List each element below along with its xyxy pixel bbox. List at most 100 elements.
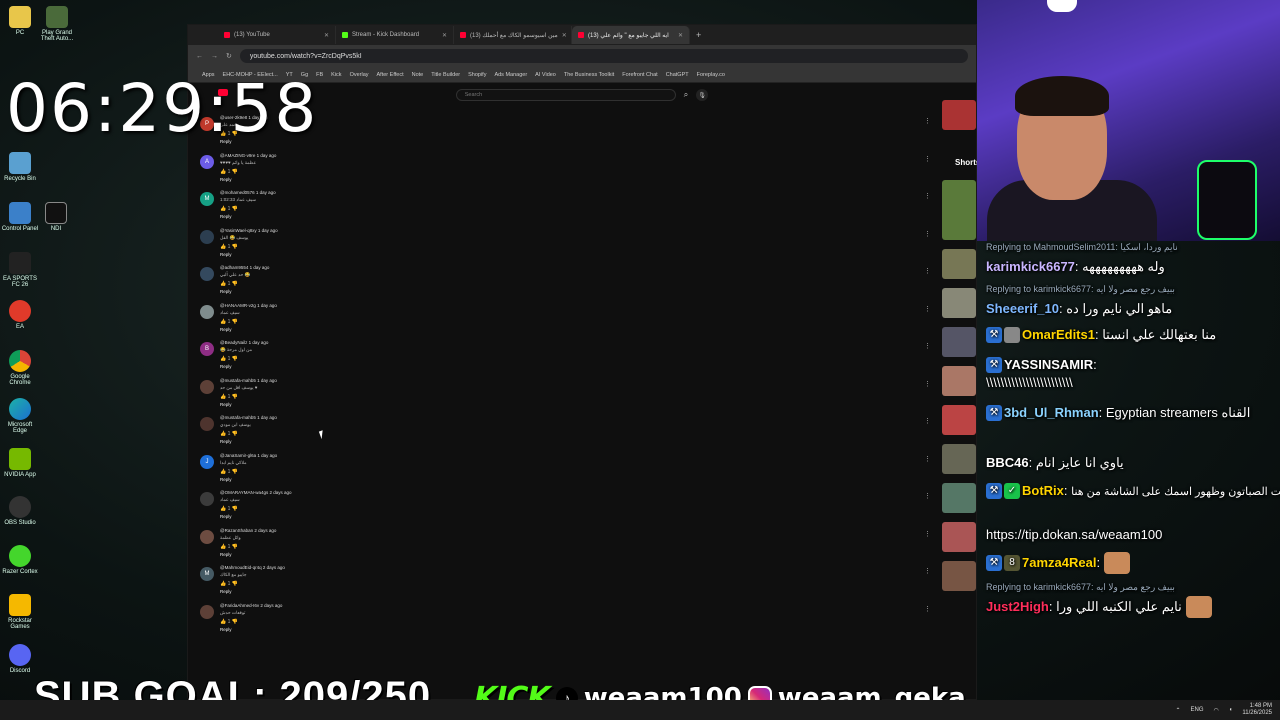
control-panel-icon[interactable]: Control Panel <box>0 202 40 232</box>
more-options-icon[interactable]: ⋮ <box>924 342 931 350</box>
wifi-icon[interactable]: ◠ <box>1214 707 1219 714</box>
reply-button[interactable]: Reply <box>220 214 232 219</box>
close-icon[interactable]: ✕ <box>678 32 683 39</box>
close-icon[interactable]: ✕ <box>324 32 329 39</box>
comment-author[interactable]: @RazanShaban 2 days ago <box>220 528 276 533</box>
video-thumbnail[interactable] <box>942 100 976 130</box>
chat-link[interactable]: https://tip.dokan.sa/weaam100 <box>986 526 1162 544</box>
dislike-icon[interactable]: 👎 <box>232 506 238 512</box>
close-icon[interactable]: ✕ <box>442 32 447 39</box>
language-indicator[interactable]: ENG <box>1191 707 1204 713</box>
tab-video-2[interactable]: (13) ايه اللي جايبو مع " وائم علي ✕ <box>572 26 690 44</box>
video-thumbnail[interactable] <box>942 249 976 279</box>
more-options-icon[interactable]: ⋮ <box>924 530 931 538</box>
mic-icon[interactable]: 🎙 <box>696 89 709 101</box>
comment-author[interactable]: @OMARAYMAN-wa4gs 2 days ago <box>220 490 292 495</box>
url-field[interactable]: youtube.com/watch?v=ZrcDqPvs5kI <box>239 49 968 63</box>
razer-icon[interactable]: Razer Cortex <box>0 545 40 575</box>
tab-youtube[interactable]: (13) YouTube ✕ <box>218 26 336 44</box>
more-options-icon[interactable]: ⋮ <box>924 230 931 238</box>
video-thumbnail[interactable] <box>942 405 976 435</box>
dislike-icon[interactable]: 👎 <box>232 319 238 325</box>
comment-author[interactable]: @JanaSamir-gl6a 1 day ago <box>220 453 277 458</box>
reply-button[interactable]: Reply <box>220 252 232 257</box>
avatar[interactable] <box>200 304 214 319</box>
avatar[interactable]: B <box>200 342 214 356</box>
comment-author[interactable]: @BeadyNailz 1 day ago <box>220 340 268 345</box>
video-thumbnail[interactable] <box>942 327 976 357</box>
comment-author[interactable]: @mohamed0576 1 day ago <box>220 190 276 195</box>
gta-icon[interactable]: Play Grand Theft Auto... <box>36 6 78 42</box>
more-options-icon[interactable]: ⋮ <box>924 455 931 463</box>
dislike-icon[interactable]: 👎 <box>232 544 238 550</box>
like-icon[interactable]: 👍 <box>220 281 226 287</box>
comment-author[interactable]: @AMAZING-v9re 1 day ago <box>220 153 276 158</box>
like-icon[interactable]: 👍 <box>220 431 226 437</box>
video-thumbnail[interactable] <box>942 288 976 318</box>
rockstar-icon[interactable]: Rockstar Games <box>0 594 40 630</box>
dislike-icon[interactable]: 👎 <box>232 281 238 287</box>
more-options-icon[interactable]: ⋮ <box>924 492 931 500</box>
forward-icon[interactable]: → <box>211 53 218 60</box>
comment-author[interactable]: @mustafa-mahb5 1 day ago <box>220 415 277 420</box>
more-options-icon[interactable]: ⋮ <box>924 155 931 163</box>
tab-video-1[interactable]: (13) مين اسيوسمو الكاك مع أحملك ✕ <box>454 26 572 44</box>
comment-author[interactable]: @MahmoudEid-qr4q 2 days ago <box>220 565 285 570</box>
reply-button[interactable]: Reply <box>220 289 232 294</box>
more-options-icon[interactable]: ⋮ <box>924 380 931 388</box>
chrome-icon[interactable]: Google Chrome <box>0 350 40 386</box>
nvidia-icon[interactable]: NVIDIA App <box>0 448 40 478</box>
video-thumbnail[interactable] <box>942 444 976 474</box>
bookmark[interactable]: Title Builder <box>431 72 460 78</box>
more-options-icon[interactable]: ⋮ <box>924 417 931 425</box>
dislike-icon[interactable]: 👎 <box>232 469 238 475</box>
bookmark[interactable]: Forefront Chat <box>622 72 657 78</box>
tab-kick-dashboard[interactable]: Stream - Kick Dashboard ✕ <box>336 26 454 44</box>
like-icon[interactable]: 👍 <box>220 469 226 475</box>
reply-button[interactable]: Reply <box>220 177 232 182</box>
like-icon[interactable]: 👍 <box>220 319 226 325</box>
bookmark[interactable]: ChatGPT <box>666 72 689 78</box>
reload-icon[interactable]: ↻ <box>226 52 232 60</box>
avatar[interactable]: M <box>200 192 214 206</box>
avatar[interactable] <box>200 604 214 619</box>
ea-icon[interactable]: EA <box>0 300 40 330</box>
avatar[interactable] <box>200 492 214 506</box>
comment-author[interactable]: @FaridaAhmed-I6v 2 days ago <box>220 603 282 608</box>
comment-author[interactable]: @mustafa-mahb5 1 day ago <box>220 378 277 383</box>
video-thumbnail[interactable] <box>942 366 976 396</box>
like-icon[interactable]: 👍 <box>220 394 226 400</box>
like-icon[interactable]: 👍 <box>220 619 226 625</box>
more-options-icon[interactable]: ⋮ <box>924 567 931 575</box>
bookmark[interactable]: Overlay <box>350 72 369 78</box>
bookmark[interactable]: Kick <box>331 72 341 78</box>
dislike-icon[interactable]: 👎 <box>232 394 238 400</box>
dislike-icon[interactable]: 👎 <box>232 206 238 212</box>
close-icon[interactable]: ✕ <box>562 32 567 39</box>
volume-icon[interactable]: ◖ <box>1229 707 1233 713</box>
search-icon[interactable]: ⌕ <box>684 90 688 100</box>
like-icon[interactable]: 👍 <box>220 356 226 362</box>
fc26-icon[interactable]: EA SPORTS FC 26 <box>0 252 40 288</box>
bookmark[interactable]: Note <box>412 72 424 78</box>
reply-button[interactable]: Reply <box>220 477 232 482</box>
like-icon[interactable]: 👍 <box>220 206 226 212</box>
bookmark[interactable]: AI Video <box>535 72 556 78</box>
pc-icon[interactable]: PC <box>0 6 40 36</box>
comment-author[interactable]: @HANAAMR-v2g 1 day ago <box>220 303 277 308</box>
dislike-icon[interactable]: 👎 <box>232 356 238 362</box>
edge-icon[interactable]: Microsoft Edge <box>0 398 40 434</box>
avatar[interactable]: A <box>200 154 214 169</box>
like-icon[interactable]: 👍 <box>220 244 226 250</box>
video-thumbnail[interactable] <box>942 561 976 591</box>
dislike-icon[interactable]: 👎 <box>232 169 238 175</box>
avatar[interactable] <box>200 229 214 244</box>
dislike-icon[interactable]: 👎 <box>232 619 238 625</box>
avatar[interactable]: J <box>200 454 214 469</box>
like-icon[interactable]: 👍 <box>220 169 226 175</box>
reply-button[interactable]: Reply <box>220 402 232 407</box>
comment-author[interactable]: @adham9554 1 day ago <box>220 265 269 270</box>
reply-button[interactable]: Reply <box>220 627 232 632</box>
more-options-icon[interactable]: ⋮ <box>924 605 931 613</box>
video-thumbnail[interactable] <box>942 483 976 513</box>
